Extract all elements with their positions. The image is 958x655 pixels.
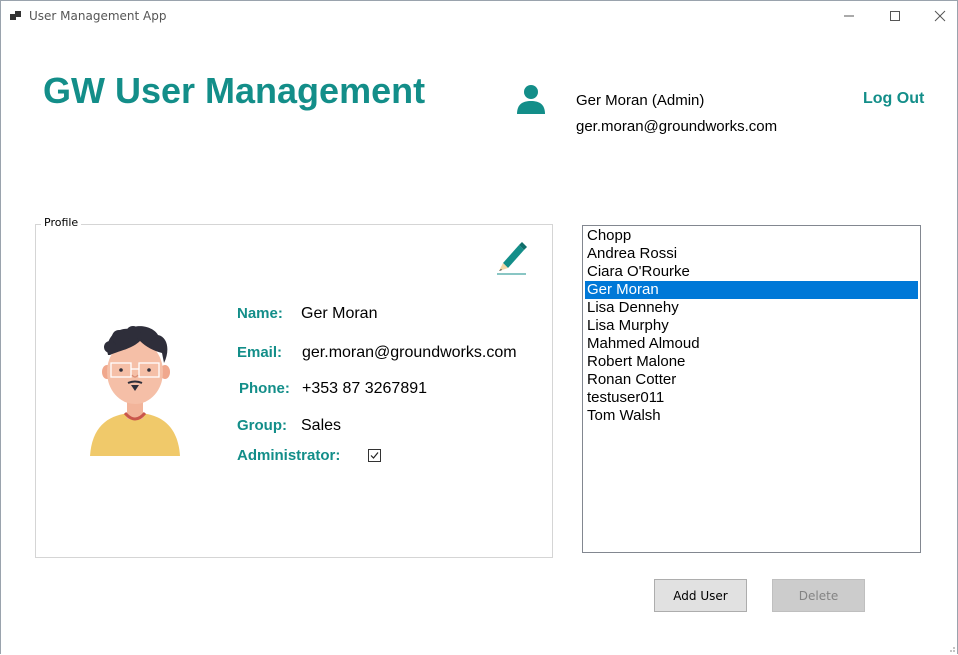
app-icon (10, 11, 21, 20)
app-title: GW User Management (43, 70, 426, 111)
avatar-illustration (90, 326, 180, 456)
user-list-item[interactable]: Lisa Dennehy (585, 299, 918, 317)
checkmark-icon (370, 452, 379, 459)
maximize-icon (890, 11, 900, 21)
user-list-item[interactable]: Ciara O'Rourke (585, 263, 918, 281)
user-list-item[interactable]: testuser011 (585, 389, 918, 407)
user-list-item[interactable]: Mahmed Almoud (585, 335, 918, 353)
phone-value: +353 87 3267891 (302, 380, 428, 397)
title-bar[interactable]: User Management App (0, 0, 958, 32)
email-value: ger.moran@groundworks.com (302, 344, 517, 361)
user-list-item[interactable]: Ger Moran (585, 281, 918, 299)
user-list-item[interactable]: Andrea Rossi (585, 245, 918, 263)
current-user-email: ger.moran@groundworks.com (576, 118, 778, 135)
delete-button[interactable]: Delete (772, 579, 865, 612)
user-list-item[interactable]: Ronan Cotter (585, 371, 918, 389)
user-list-item[interactable]: Tom Walsh (585, 407, 918, 425)
logout-link[interactable]: Log Out (863, 90, 924, 108)
name-label: Name: (237, 305, 283, 322)
minimize-button[interactable] (826, 0, 872, 32)
maximize-button[interactable] (872, 0, 918, 32)
administrator-label: Administrator: (237, 447, 341, 464)
email-label: Email: (237, 344, 283, 361)
group-label: Group: (237, 417, 287, 434)
user-list-item[interactable]: Robert Malone (585, 353, 918, 371)
close-icon (934, 10, 946, 22)
minimize-icon (844, 15, 854, 17)
user-list-item[interactable]: Lisa Murphy (585, 317, 918, 335)
group-value: Sales (301, 417, 342, 434)
phone-label: Phone: (239, 380, 290, 397)
user-icon (517, 85, 545, 114)
window-title: User Management App (29, 9, 167, 23)
user-list-item[interactable]: Chopp (585, 227, 918, 245)
administrator-checkbox[interactable] (368, 449, 381, 462)
add-user-button[interactable]: Add User (654, 579, 747, 612)
name-value: Ger Moran (301, 305, 378, 322)
user-listbox[interactable]: Chopp Andrea Rossi Ciara O'Rourke Ger Moran… (582, 225, 921, 553)
profile-legend: Profile (41, 216, 82, 229)
current-user-name: Ger Moran (Admin) (576, 92, 705, 109)
close-button[interactable] (917, 0, 958, 32)
resize-grip-icon[interactable] (946, 643, 956, 653)
pen-icon[interactable] (495, 241, 527, 275)
